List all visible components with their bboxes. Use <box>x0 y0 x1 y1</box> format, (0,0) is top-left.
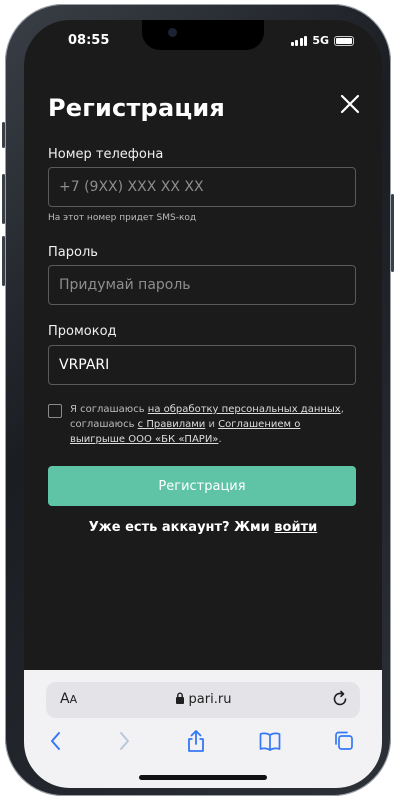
password-input[interactable] <box>48 265 356 305</box>
camera <box>168 28 177 37</box>
promo-input[interactable] <box>48 345 356 385</box>
volume-down-button <box>2 236 5 286</box>
battery-icon <box>334 35 354 46</box>
forward-icon[interactable] <box>112 728 136 754</box>
lock-icon <box>175 692 184 704</box>
login-prompt-text: Уже есть аккаунт? Жми <box>88 520 275 535</box>
password-label: Пароль <box>48 245 98 260</box>
browser-bar: AA pari.ru <box>24 670 382 788</box>
consent-text-part4: . <box>218 434 222 445</box>
browser-toolbar <box>24 728 382 758</box>
network-type: 5G <box>312 34 329 47</box>
share-icon[interactable] <box>184 728 208 754</box>
consent-checkbox[interactable] <box>48 404 62 418</box>
rules-link[interactable]: с Правилами <box>138 419 206 430</box>
volume-up-button <box>2 174 5 224</box>
power-button <box>391 194 394 272</box>
reload-icon[interactable] <box>330 689 350 709</box>
close-icon[interactable] <box>338 92 362 116</box>
back-icon[interactable] <box>44 728 68 754</box>
consent-text: Я соглашаюсь на обработку персональных д… <box>70 402 358 447</box>
home-indicator <box>139 775 267 780</box>
status-indicators: 5G <box>290 34 354 47</box>
address-bar[interactable]: AA pari.ru <box>46 682 360 718</box>
phone-hint: На этот номер придет SMS-код <box>48 213 197 223</box>
phone-frame: 08:55 5G Регистрация Номер телефона На э… <box>2 4 394 796</box>
phone-input[interactable] <box>48 167 356 207</box>
page-title: Регистрация <box>48 94 225 122</box>
bookmarks-icon[interactable] <box>258 728 282 754</box>
url-display[interactable]: pari.ru <box>46 692 360 707</box>
status-time: 08:55 <box>68 33 110 48</box>
consent-text-part3: и <box>205 419 219 430</box>
promo-label: Промокод <box>48 324 117 339</box>
personal-data-link[interactable]: на обработку персональных данных <box>148 404 341 415</box>
consent-block: Я соглашаюсь на обработку персональных д… <box>48 402 358 447</box>
tabs-icon[interactable] <box>332 728 356 754</box>
notch <box>142 20 264 50</box>
url-text: pari.ru <box>188 692 232 707</box>
phone-label: Номер телефона <box>48 147 164 162</box>
register-button[interactable]: Регистрация <box>48 466 356 506</box>
signal-icon <box>290 35 308 46</box>
login-prompt: Уже есть аккаунт? Жми войти <box>24 520 382 535</box>
consent-text-part1: Я соглашаюсь <box>70 404 148 415</box>
screen: 08:55 5G Регистрация Номер телефона На э… <box>24 20 382 788</box>
mute-switch <box>2 122 5 148</box>
login-link[interactable]: войти <box>274 520 317 535</box>
